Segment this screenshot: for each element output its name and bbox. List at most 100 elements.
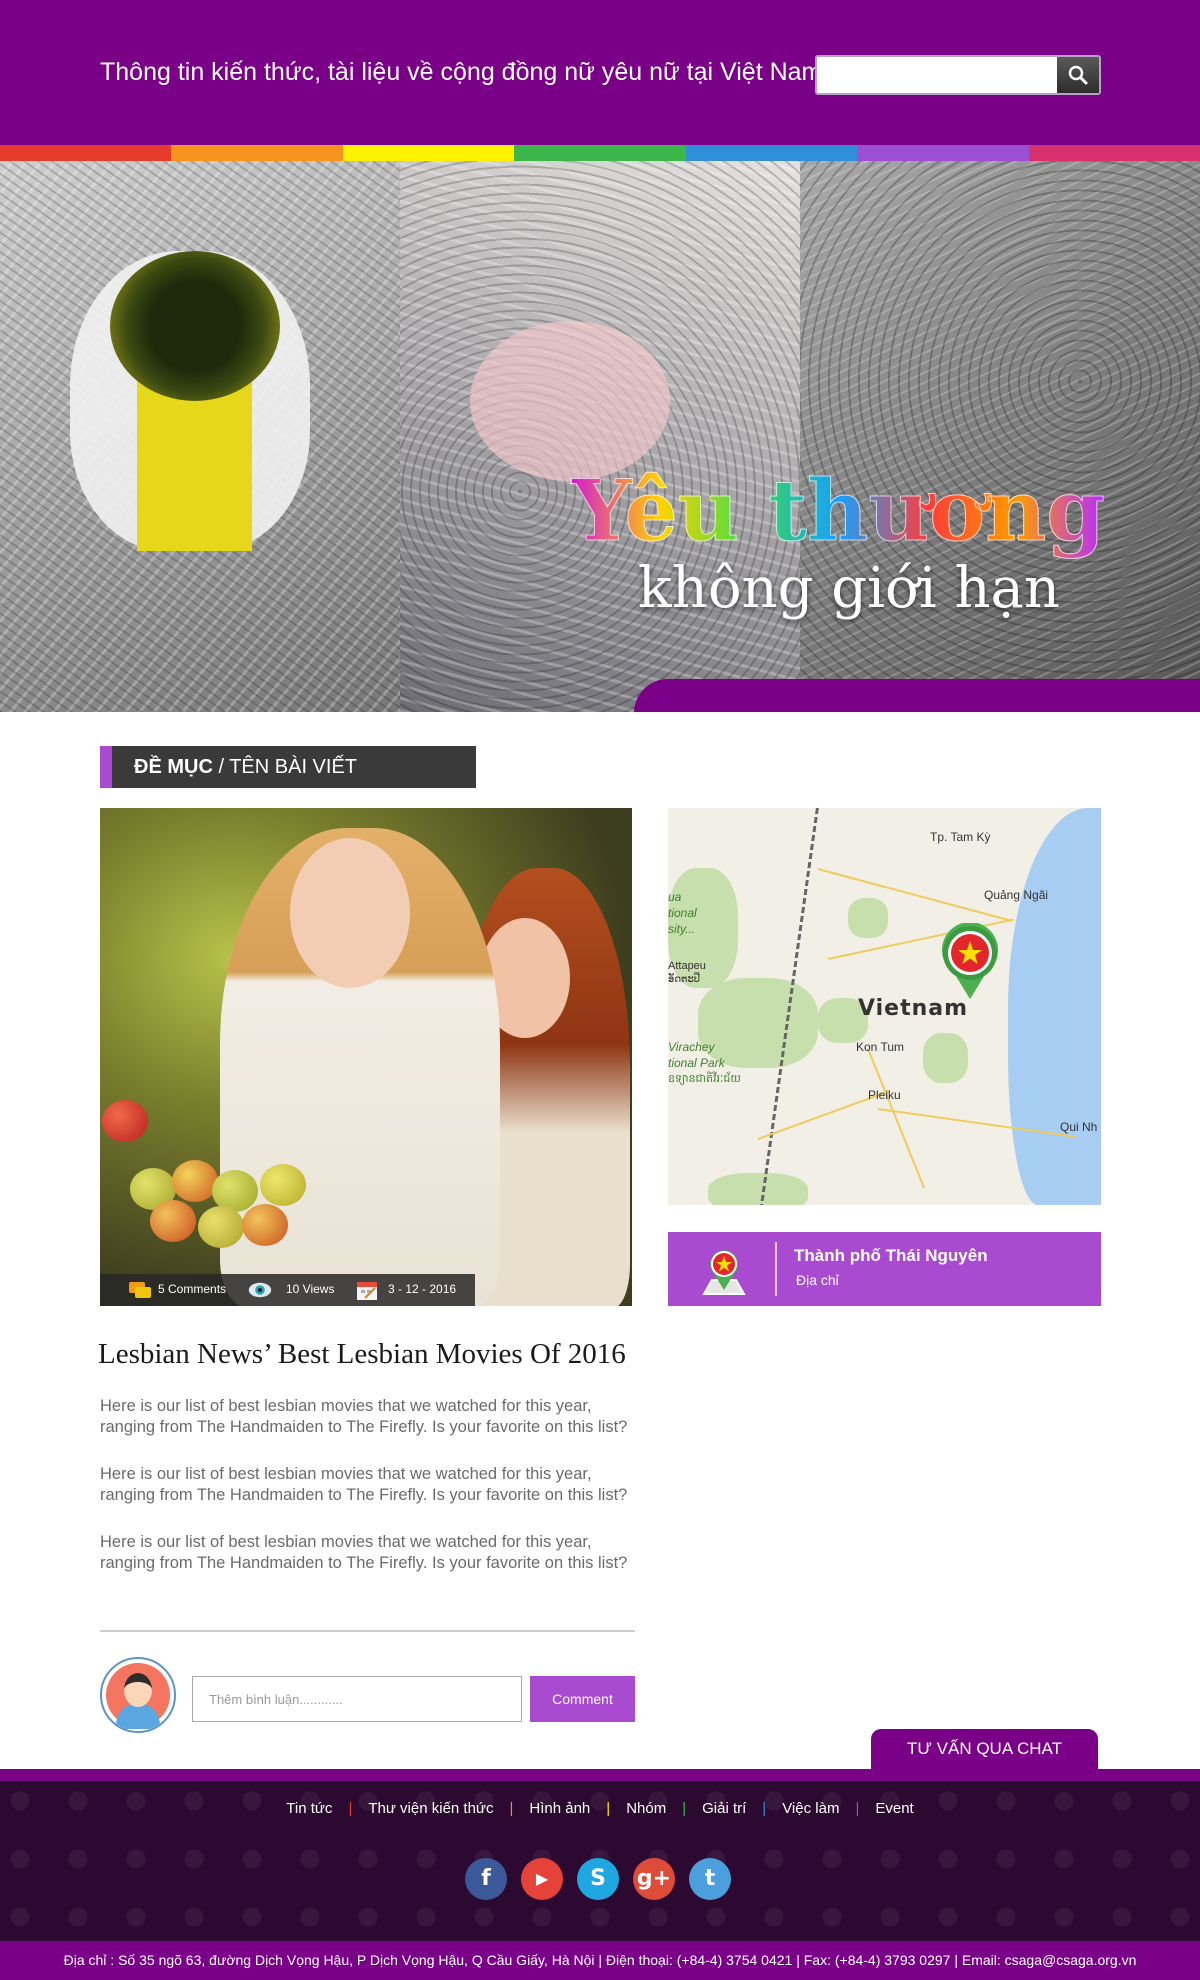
footer-nav-item[interactable]: Nhóm [612,1800,680,1817]
comment-input[interactable] [192,1676,522,1722]
footer-nav-separator: | [682,1800,687,1817]
footer-nav-item[interactable]: Event [861,1800,927,1817]
chat-consult-button[interactable]: TƯ VẤN QUA CHAT [871,1729,1098,1769]
rainbow-segment [342,145,515,161]
footer-nav-item[interactable]: Việc làm [768,1800,853,1817]
banner-flower-center [110,251,280,401]
rainbow-stripe [0,145,1200,161]
search-box [815,55,1101,95]
footer-top-stripe [0,1769,1200,1781]
photo-apple [102,1100,148,1142]
banner-art-panel-1 [0,161,400,712]
contact-address: Địa chỉ : Số 35 ngõ 63, đường Dịch Vọng … [63,1952,1137,1968]
breadcrumb-accent [100,746,112,788]
comments-count[interactable]: 5 Comments [158,1282,226,1296]
footer-nav-separator: | [855,1800,860,1817]
article-photo: 5 Comments 10 Views 3 - 12 - 2016 [100,808,632,1306]
youtube-icon[interactable]: ▶ [521,1858,563,1900]
breadcrumb-page: TÊN BÀI VIẾT [229,756,358,778]
views-count: 10 Views [286,1282,335,1296]
photo-apple [172,1160,218,1202]
map-label-edge: sity... [668,922,696,936]
footer-nav-item[interactable]: Thư viện kiến thức [354,1800,507,1817]
banner-subtitle: không giới hạn [637,556,1060,621]
user-avatar [100,1657,176,1733]
footer-nav-item[interactable]: Tin tức [272,1800,346,1817]
photo-apple [260,1164,306,1206]
facebook-icon[interactable]: f [465,1858,507,1900]
map-label-attapeu-local: ອັດຕະປື [668,974,701,985]
photo-apple [198,1206,244,1248]
location-map[interactable]: Tp. Tam Kỳ Quảng Ngãi Kon Tum Pleiku Qui… [668,808,1101,1205]
search-icon [1068,65,1088,85]
twitter-icon[interactable]: t [689,1858,731,1900]
map-label-park: Virachey [668,1040,715,1054]
address-bar: Địa chỉ : Số 35 ngõ 63, đường Dịch Vọng … [0,1941,1200,1980]
breadcrumb-section[interactable]: ĐỀ MỤC [134,756,213,778]
rainbow-segment [857,145,1029,161]
location-address-label: Địa chỉ [796,1272,839,1288]
breadcrumb: ĐỀ MỤC / TÊN BÀI VIẾT [100,746,476,788]
location-divider [775,1242,777,1296]
map-label-park: tional Park [668,1056,725,1070]
footer-nav-separator: | [606,1800,611,1817]
banner-art-panel-2 [400,161,800,712]
map-pin-icon[interactable] [940,923,1000,1001]
location-card[interactable]: Thành phố Thái Nguyên Địa chỉ [668,1232,1101,1306]
banner-pink-wash [470,321,670,481]
map-road [867,1048,926,1189]
map-road [817,868,1012,922]
footer-nav-item[interactable]: Giải trí [688,1800,760,1817]
map-forest-area [708,1173,808,1205]
site-header: Thông tin kiến thức, tài liệu về cộng đồ… [0,0,1200,145]
comment-button[interactable]: Comment [530,1676,635,1722]
article-paragraph: Here is our list of best lesbian movies … [100,1533,628,1572]
views-icon [248,1282,272,1298]
breadcrumb-separator: / [212,756,230,778]
site-tagline: Thông tin kiến thức, tài liệu về cộng đồ… [100,58,823,86]
banner-title: Yêu thương [571,461,1105,561]
social-links: f ▶ Sg+ t [465,1858,737,1900]
publish-date: 3 - 12 - 2016 [388,1282,457,1296]
photo-face-left [290,838,410,988]
rainbow-segment [514,145,686,161]
hero-banner: Yêu thương không giới hạn [0,161,1200,712]
map-forest-area [698,978,818,1068]
location-name: Thành phố Thái Nguyên [794,1246,988,1265]
rainbow-segment [0,145,172,161]
map-label-edge: ua [668,890,682,904]
photo-apple [150,1200,196,1242]
map-label-edge: tional [668,906,697,920]
map-forest-area [923,1033,968,1083]
article-paragraph: Here is our list of best lesbian movies … [100,1465,628,1504]
article-stats-bar: 5 Comments 10 Views 3 - 12 - 2016 [100,1274,475,1306]
map-label-qui-nhon: Qui Nh [1060,1120,1098,1134]
google-plus-icon[interactable]: g+ [633,1858,675,1900]
breadcrumb-text: ĐỀ MỤC / TÊN BÀI VIẾT [134,756,357,779]
skype-icon[interactable]: S [577,1858,619,1900]
banner-tab-shape [634,679,1200,712]
rainbow-segment [171,145,343,161]
map-label-park: ឧទ្យានជាតិវីរៈជ័យ [668,1073,741,1085]
map-label-tam-ky: Tp. Tam Kỳ [930,830,991,844]
article-paragraph: Here is our list of best lesbian movies … [100,1397,628,1436]
search-input[interactable] [821,60,1051,90]
footer-nav-item[interactable]: Hình ảnh [515,1800,604,1817]
footer-nav: Tin tức | Thư viện kiến thức | Hình ảnh | Nhóm… [0,1800,1200,1817]
comments-icon [129,1282,151,1298]
article-title: Lesbian News’ Best Lesbian Movies Of 201… [98,1338,626,1370]
map-label-quang-ngai: Quảng Ngãi [984,888,1049,902]
footer-nav-separator: | [509,1800,514,1817]
footer-nav-separator: | [348,1800,353,1817]
map-forest-area [848,898,888,938]
footer-nav-separator: | [762,1800,767,1817]
photo-apple [242,1204,288,1246]
map-label-kon-tum: Kon Tum [856,1040,905,1054]
calendar-icon [357,1282,377,1300]
avatar-head [124,1673,152,1707]
rainbow-segment [685,145,858,161]
banner-art-panel-3 [800,161,1200,712]
search-button[interactable] [1057,57,1099,93]
map-label-attapeu: Attapeu [668,960,706,972]
rainbow-segment [1028,145,1200,161]
